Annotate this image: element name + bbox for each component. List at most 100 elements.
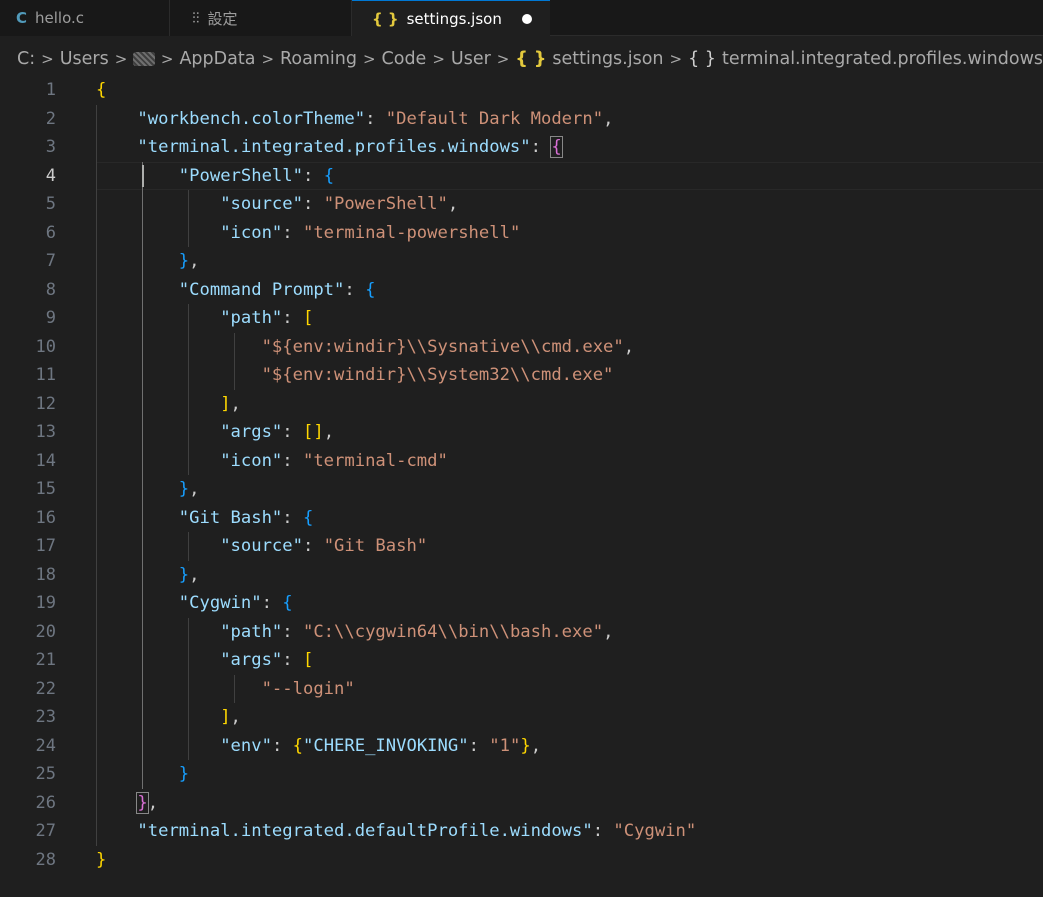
code-token: } — [178, 251, 190, 271]
code-line[interactable]: 18 }, — [0, 561, 1043, 590]
code-token: { — [302, 507, 314, 528]
code-text: "workbench.colorTheme": "Default Dark Mo… — [96, 105, 613, 134]
code-text: "Git Bash": { — [96, 504, 314, 533]
line-number: 4 — [45, 165, 56, 186]
breadcrumb-code[interactable]: Code — [382, 49, 427, 69]
line-number: 28 — [35, 849, 56, 870]
breadcrumb-roaming[interactable]: Roaming — [280, 49, 357, 69]
code-token: : — [271, 735, 293, 756]
code-token: "Cygwin" — [613, 821, 697, 841]
breadcrumb-profiles-windows[interactable]: terminal.integrated.profiles.windows — [722, 49, 1043, 69]
code-line[interactable]: 25 } — [0, 760, 1043, 789]
code-text: "source": "PowerShell", — [96, 190, 458, 219]
code-token: "icon" — [220, 450, 283, 471]
tab-hello-c[interactable]: C hello.c — [0, 0, 170, 36]
code-text: }, — [96, 475, 200, 504]
code-line[interactable]: 4 "PowerShell": { — [0, 161, 1043, 191]
code-line[interactable]: 7 }, — [0, 247, 1043, 276]
code-token: } — [520, 735, 531, 756]
code-line[interactable]: 2 "workbench.colorTheme": "Default Dark … — [0, 105, 1043, 134]
code-token: "C:\\cygwin64\\bin\\bash.exe" — [302, 621, 604, 642]
code-token: : — [302, 165, 324, 186]
code-line[interactable]: 22 "--login" — [0, 675, 1043, 704]
code-line[interactable]: 14 "icon": "terminal-cmd" — [0, 447, 1043, 476]
breadcrumb-user[interactable]: User — [451, 49, 491, 69]
code-token: "workbench.colorTheme" — [137, 108, 366, 129]
tab-settings-ui[interactable]: ⫶⫶ 設定 — [170, 0, 352, 36]
code-token: "Git Bash" — [178, 507, 283, 528]
code-line[interactable]: 24 "env": {"CHERE_INVOKING": "1"}, — [0, 732, 1043, 761]
code-line[interactable]: 20 "path": "C:\\cygwin64\\bin\\bash.exe"… — [0, 618, 1043, 647]
code-token: "args" — [220, 650, 283, 670]
chevron-right-icon: > — [362, 50, 376, 68]
breadcrumb-users[interactable]: Users — [60, 49, 109, 69]
code-token: [ — [302, 650, 314, 670]
code-line[interactable]: 23 ], — [0, 703, 1043, 732]
code-token: : — [365, 108, 386, 129]
line-number: 27 — [35, 821, 56, 841]
code-token: "PowerShell" — [178, 165, 303, 186]
code-line[interactable]: 11 "${env:windir}\\System32\\cmd.exe" — [0, 361, 1043, 390]
code-line[interactable]: 8 "Command Prompt": { — [0, 276, 1043, 305]
code-line[interactable]: 1{ — [0, 76, 1043, 105]
code-line[interactable]: 21 "args": [ — [0, 646, 1043, 675]
code-token: , — [323, 422, 335, 442]
code-token: , — [230, 707, 241, 727]
line-number: 5 — [45, 194, 56, 214]
breadcrumb-drive[interactable]: C: — [17, 49, 35, 69]
code-text: { — [96, 76, 106, 105]
code-token: : — [530, 137, 552, 157]
code-line[interactable]: 10 "${env:windir}\\Sysnative\\cmd.exe", — [0, 333, 1043, 362]
unsaved-dot-icon[interactable] — [522, 13, 532, 24]
code-token: "Git Bash" — [323, 536, 428, 556]
code-line[interactable]: 5 "source": "PowerShell", — [0, 190, 1043, 219]
code-line[interactable]: 13 "args": [], — [0, 418, 1043, 447]
tab-label: hello.c — [35, 9, 85, 27]
code-line[interactable]: 19 "Cygwin": { — [0, 589, 1043, 618]
code-token: "Cygwin" — [178, 593, 262, 613]
line-number: 7 — [45, 251, 56, 271]
code-token: : — [261, 593, 283, 613]
breadcrumb-appdata[interactable]: AppData — [179, 49, 255, 69]
code-token: : — [302, 536, 324, 556]
tab-bar: C hello.c ⫶⫶ 設定 { } settings.json — [0, 0, 1043, 36]
line-number: 1 — [45, 80, 56, 100]
code-line[interactable]: 12 ], — [0, 390, 1043, 419]
code-line[interactable]: 3 "terminal.integrated.profiles.windows"… — [0, 133, 1043, 162]
code-line[interactable]: 27 "terminal.integrated.defaultProfile.w… — [0, 817, 1043, 846]
code-line[interactable]: 6 "icon": "terminal-powershell" — [0, 219, 1043, 248]
chevron-right-icon: > — [261, 50, 275, 68]
code-token: "terminal.integrated.profiles.windows" — [137, 137, 531, 157]
code-line[interactable]: 9 "path": [ — [0, 304, 1043, 333]
tab-settings-json[interactable]: { } settings.json — [352, 0, 550, 36]
line-number: 18 — [35, 564, 56, 585]
code-line[interactable]: 28} — [0, 846, 1043, 875]
code-line[interactable]: 15 }, — [0, 475, 1043, 504]
tab-bar-empty — [550, 0, 1043, 36]
code-token: { — [282, 593, 293, 613]
code-editor[interactable]: 1{2 "workbench.colorTheme": "Default Dar… — [0, 75, 1043, 897]
json-braces-icon: { } — [372, 9, 399, 28]
breadcrumb-settings-json[interactable]: settings.json — [552, 49, 663, 69]
chevron-right-icon: > — [432, 50, 445, 68]
code-line[interactable]: 26 }, — [0, 789, 1043, 818]
code-line[interactable]: 16 "Git Bash": { — [0, 504, 1043, 533]
code-line[interactable]: 17 "source": "Git Bash" — [0, 532, 1043, 561]
code-token: , — [447, 194, 459, 214]
code-token: { — [365, 279, 376, 300]
redacted-username[interactable] — [133, 52, 155, 66]
code-token: : — [468, 735, 490, 756]
code-token: , — [623, 336, 635, 357]
code-text: }, — [96, 789, 158, 818]
